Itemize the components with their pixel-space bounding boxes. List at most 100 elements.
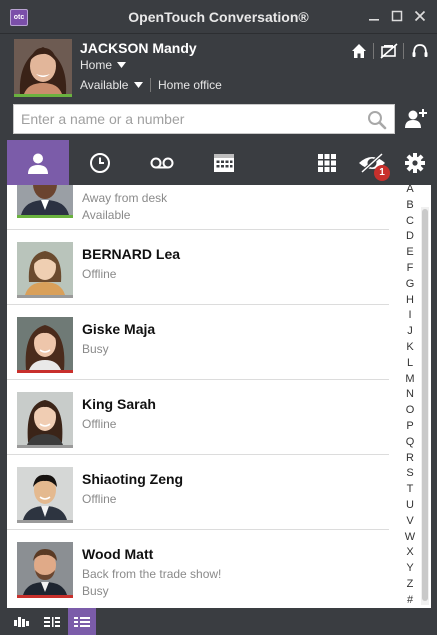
status-selector[interactable]: Available xyxy=(80,78,143,92)
alphabet-letter[interactable]: K xyxy=(401,341,419,353)
contact-avatar xyxy=(17,542,73,598)
alphabet-letter[interactable]: M xyxy=(401,373,419,385)
contact-list: Away from desk Available BERNARD Lea Off… xyxy=(7,185,389,608)
view-list-button[interactable] xyxy=(38,608,66,635)
gear-icon xyxy=(405,152,425,173)
alphabet-letter[interactable]: Y xyxy=(401,562,419,574)
profile-header: JACKSON Mandy Home Available Home office xyxy=(0,34,437,100)
location-selector[interactable]: Home xyxy=(80,58,127,72)
scrollbar[interactable] xyxy=(421,207,429,605)
contact-status-message: Offline xyxy=(82,267,117,281)
alphabet-letter[interactable]: A xyxy=(401,185,419,195)
alphabet-letter[interactable]: J xyxy=(401,325,419,337)
add-contact-icon xyxy=(405,109,427,128)
main-toolbar: 1 xyxy=(0,140,437,185)
add-contact-button[interactable] xyxy=(403,106,429,132)
contact-name: BERNARD Lea xyxy=(82,246,181,262)
alphabet-letter[interactable]: # xyxy=(401,594,419,606)
alphabet-letter[interactable]: L xyxy=(401,357,419,369)
contact-status-message: Back from the trade show! xyxy=(82,567,222,581)
alphabet-letter[interactable]: Q xyxy=(401,436,419,448)
alphabet-letter[interactable]: T xyxy=(401,483,419,495)
alphabet-letter[interactable]: R xyxy=(401,452,419,464)
alphabet-letter[interactable]: V xyxy=(401,515,419,527)
search-input[interactable] xyxy=(13,104,395,134)
view-mode-bar xyxy=(0,608,437,635)
place-label[interactable]: Home office xyxy=(158,78,222,92)
detail-view-icon xyxy=(74,616,90,627)
alphabet-letter[interactable]: N xyxy=(401,388,419,400)
list-item[interactable]: BERNARD Lea Offline xyxy=(7,230,389,305)
dialpad-button[interactable] xyxy=(304,140,350,185)
close-button[interactable] xyxy=(409,6,431,28)
user-name: JACKSON Mandy xyxy=(80,40,197,56)
app-logo: otc xyxy=(10,9,28,26)
contact-name: Wood Matt xyxy=(82,546,154,562)
contact-name: Giske Maja xyxy=(82,321,156,337)
list-view-icon xyxy=(44,616,60,627)
voicemail-icon xyxy=(150,157,174,168)
tab-voicemail[interactable] xyxy=(131,140,193,185)
contact-avatar xyxy=(17,317,73,373)
settings-button[interactable] xyxy=(396,140,434,185)
contact-name: King Sarah xyxy=(82,396,156,412)
home-icon xyxy=(352,44,366,58)
calendar-icon xyxy=(214,153,234,172)
person-icon xyxy=(28,153,48,174)
view-compact-button[interactable] xyxy=(8,608,36,635)
alphabet-letter[interactable]: W xyxy=(401,531,419,543)
list-item[interactable]: Giske Maja Busy xyxy=(7,305,389,380)
alphabet-letter[interactable]: P xyxy=(401,420,419,432)
minimize-button[interactable] xyxy=(363,6,385,28)
search-icon xyxy=(368,111,387,130)
contact-status-message: Offline xyxy=(82,492,117,506)
contact-list-panel: Away from desk Available BERNARD Lea Off… xyxy=(7,185,431,608)
alphabet-letter[interactable]: D xyxy=(401,230,419,242)
contact-status-message: Offline xyxy=(82,417,117,431)
header-divider xyxy=(403,43,404,59)
close-icon xyxy=(414,10,426,22)
status-divider xyxy=(150,78,151,92)
deskphone-button[interactable] xyxy=(378,40,400,62)
tab-contacts[interactable] xyxy=(7,140,69,185)
status-label: Available xyxy=(80,78,129,92)
contact-avatar xyxy=(17,185,73,218)
alphabet-letter[interactable]: E xyxy=(401,246,419,258)
user-avatar[interactable] xyxy=(14,39,72,97)
search-button[interactable] xyxy=(366,109,388,131)
headset-button[interactable] xyxy=(409,40,431,62)
contact-avatar xyxy=(17,467,73,523)
contact-avatar xyxy=(17,242,73,298)
contact-status-message: Away from desk xyxy=(82,191,168,205)
list-item[interactable]: Shiaoting Zeng Offline xyxy=(7,455,389,530)
tab-history[interactable] xyxy=(69,140,131,185)
alphabet-letter[interactable]: X xyxy=(401,546,419,558)
list-item[interactable]: Wood Matt Back from the trade show! Busy xyxy=(7,530,389,608)
contact-name: Shiaoting Zeng xyxy=(82,471,184,487)
chevron-down-icon xyxy=(117,62,127,68)
bars-view-icon xyxy=(14,616,29,627)
contact-status: Busy xyxy=(82,584,109,598)
notification-badge: 1 xyxy=(374,165,390,181)
headset-icon xyxy=(412,44,428,57)
home-button[interactable] xyxy=(348,40,370,62)
alphabet-letter[interactable]: G xyxy=(401,278,419,290)
alphabet-letter[interactable]: H xyxy=(401,294,419,306)
search-bar xyxy=(0,100,437,140)
tab-calendar[interactable] xyxy=(193,140,255,185)
scrollbar-thumb[interactable] xyxy=(422,209,428,601)
list-item[interactable]: King Sarah Offline xyxy=(7,380,389,455)
alphabet-letter[interactable]: Z xyxy=(401,578,419,590)
alphabet-letter[interactable]: B xyxy=(401,199,419,211)
alphabet-letter[interactable]: I xyxy=(401,309,419,321)
alphabet-letter[interactable]: S xyxy=(401,467,419,479)
alphabet-letter[interactable]: C xyxy=(401,215,419,227)
alphabet-letter[interactable]: U xyxy=(401,499,419,511)
view-detail-button[interactable] xyxy=(68,608,96,635)
maximize-button[interactable] xyxy=(386,6,408,28)
dialpad-icon xyxy=(318,153,336,172)
list-item[interactable]: Away from desk Available xyxy=(7,185,389,230)
alphabet-letter[interactable]: F xyxy=(401,262,419,274)
clock-icon xyxy=(90,152,110,173)
alphabet-letter[interactable]: O xyxy=(401,404,419,416)
